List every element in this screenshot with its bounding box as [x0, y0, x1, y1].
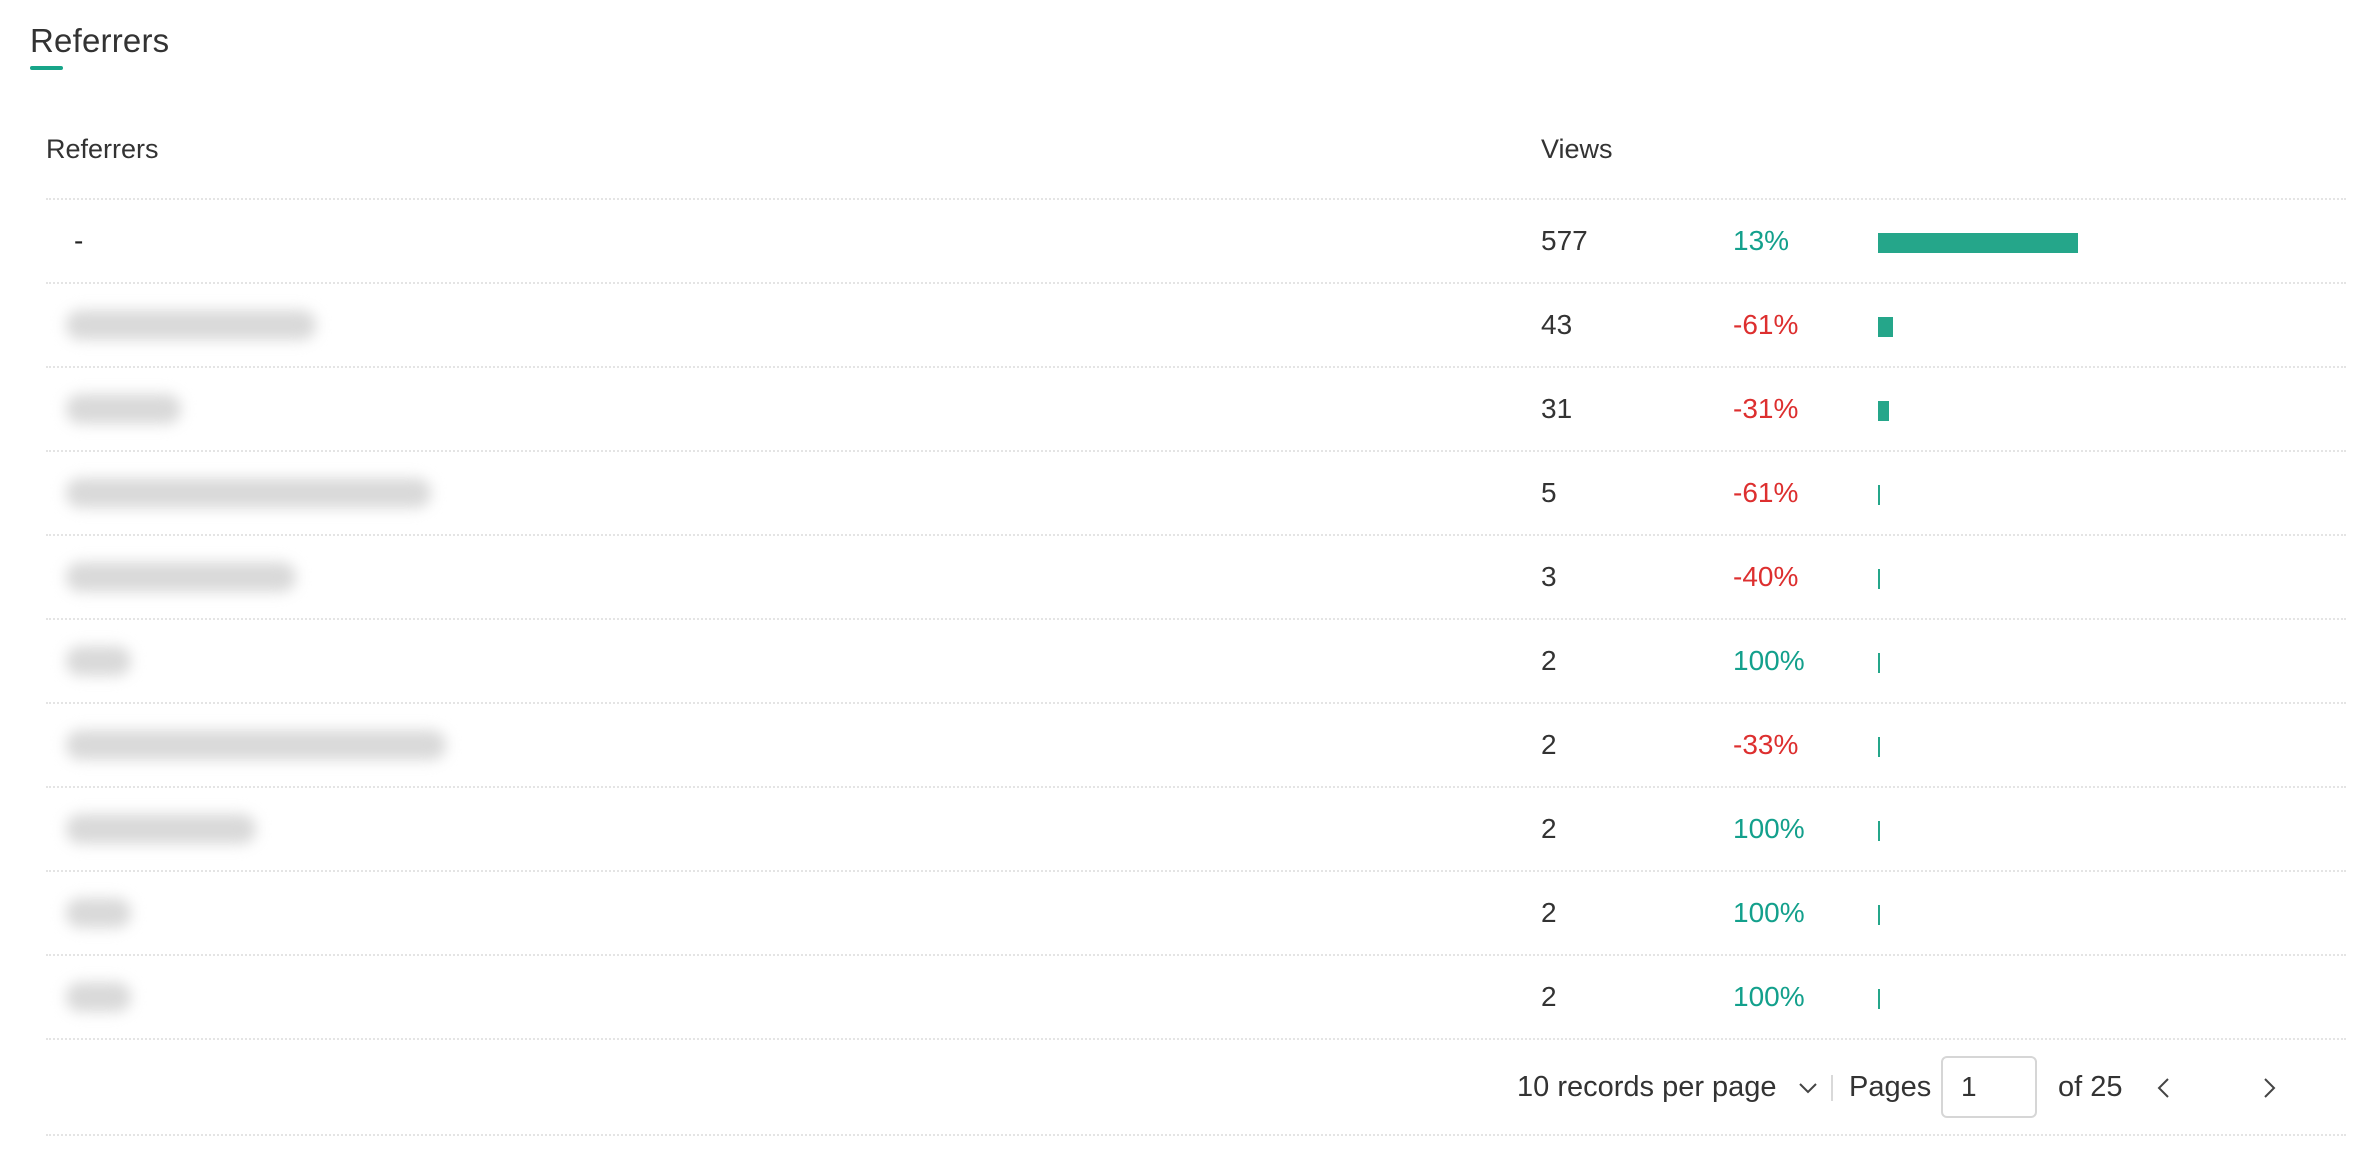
table-row: 2 -33% [46, 704, 2346, 788]
referrer-cell [66, 982, 131, 1012]
views-bar-track [1878, 905, 2278, 925]
next-page-button[interactable] [2251, 1070, 2287, 1106]
table-row: - 577 13% [46, 200, 2346, 284]
total-pages-label: of 25 [2058, 1071, 2123, 1103]
views-bar [1878, 317, 1893, 337]
views-bar-track [1878, 737, 2278, 757]
table-row: 43 -61% [46, 284, 2346, 368]
views-bar [1878, 989, 1880, 1009]
referrer-cell [66, 730, 446, 760]
page-size-label: 10 records per page [1517, 1071, 1777, 1103]
referrer-cell [66, 562, 296, 592]
change-percent-cell: 100% [1733, 645, 1805, 676]
views-bar [1878, 485, 1880, 505]
views-bar [1878, 401, 1889, 421]
views-bar-track [1878, 821, 2278, 841]
chevron-down-icon [1798, 1083, 1817, 1094]
views-cell: 2 [1541, 813, 1557, 844]
referrer-cell: - [74, 225, 84, 256]
change-percent-cell: 100% [1733, 897, 1805, 928]
pagination-bar: 10 records per page Pages of 25 [46, 1040, 2346, 1136]
views-bar-track [1878, 233, 2278, 253]
referrer-cell [66, 478, 431, 508]
table-row: 3 -40% [46, 536, 2346, 620]
chevron-right-icon [2264, 1078, 2276, 1098]
table-header: Referrers Views [46, 118, 2346, 200]
referrers-panel: Referrers Referrers Views - 577 13% 43 -… [0, 0, 2379, 1161]
views-bar [1878, 569, 1880, 589]
views-bar-track [1878, 569, 2278, 589]
referrers-table: Referrers Views - 577 13% 43 -61% 31 -31… [46, 118, 2346, 1136]
referrer-cell [66, 898, 131, 928]
views-cell: 577 [1541, 225, 1588, 256]
views-cell: 2 [1541, 645, 1557, 676]
page-size-dropdown[interactable]: 10 records per page [1517, 1040, 1819, 1134]
table-row: 2 100% [46, 872, 2346, 956]
views-cell: 2 [1541, 981, 1557, 1012]
referrer-cell [66, 814, 256, 844]
chevron-left-icon [2157, 1078, 2169, 1098]
change-percent-cell: 13% [1733, 225, 1790, 256]
views-cell: 3 [1541, 561, 1557, 592]
views-bar [1878, 653, 1880, 673]
views-bar [1878, 905, 1880, 925]
views-bar-track [1878, 485, 2278, 505]
pagination-wrapper: 10 records per page Pages of 25 [46, 1040, 2346, 1136]
views-cell: 5 [1541, 477, 1557, 508]
referrer-cell [66, 310, 316, 340]
referrer-cell [66, 646, 131, 676]
pagination-divider [1831, 1075, 1833, 1101]
referrer-cell [66, 394, 181, 424]
column-header-views: Views [1541, 134, 1613, 164]
section-title[interactable]: Referrers [30, 22, 169, 60]
table-row: 5 -61% [46, 452, 2346, 536]
views-cell: 31 [1541, 393, 1573, 424]
column-header-referrers: Referrers [46, 134, 159, 164]
views-cell: 43 [1541, 309, 1573, 340]
views-cell: 2 [1541, 729, 1557, 760]
table-body: - 577 13% 43 -61% 31 -31% 5 -61% 3 -40% … [46, 200, 2346, 1040]
page-number-input[interactable] [1941, 1056, 2037, 1118]
change-percent-cell: -31% [1733, 393, 1799, 424]
change-percent-cell: -61% [1733, 477, 1799, 508]
table-row: 2 100% [46, 620, 2346, 704]
views-bar [1878, 821, 1880, 841]
table-row: 31 -31% [46, 368, 2346, 452]
change-percent-cell: -40% [1733, 561, 1799, 592]
views-bar-track [1878, 653, 2278, 673]
table-row: 2 100% [46, 956, 2346, 1040]
active-tab-indicator [30, 66, 63, 70]
table-row: 2 100% [46, 788, 2346, 872]
change-percent-cell: -61% [1733, 309, 1799, 340]
views-cell: 2 [1541, 897, 1557, 928]
pages-label: Pages [1849, 1071, 1932, 1103]
views-bar [1878, 737, 1880, 757]
views-bar-track [1878, 317, 2278, 337]
change-percent-cell: 100% [1733, 813, 1805, 844]
change-percent-cell: -33% [1733, 729, 1799, 760]
views-bar-track [1878, 989, 2278, 1009]
previous-page-button[interactable] [2146, 1070, 2182, 1106]
change-percent-cell: 100% [1733, 981, 1805, 1012]
views-bar-track [1878, 401, 2278, 421]
views-bar [1878, 233, 2078, 253]
